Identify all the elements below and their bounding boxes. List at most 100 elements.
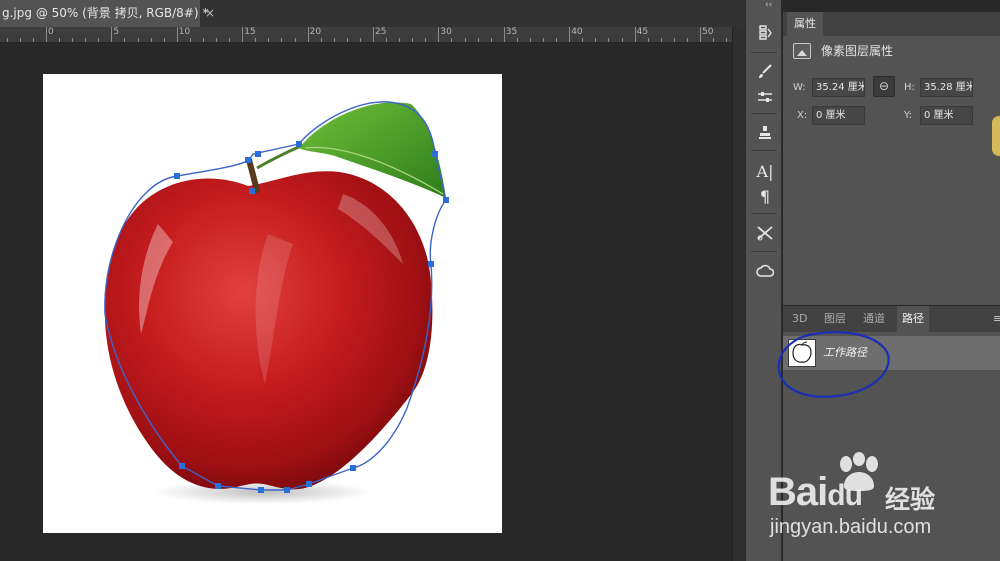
ruler-minor-tick (608, 38, 610, 42)
ruler-minor-tick (19, 38, 21, 42)
properties-header: 像素图层属性 (793, 42, 893, 59)
libraries-icon[interactable] (754, 260, 776, 282)
ruler-minor-tick (582, 38, 584, 42)
apple-image (104, 101, 449, 504)
ruler-major-tick (634, 27, 636, 42)
ruler-minor-tick (216, 38, 218, 42)
clone-source-icon[interactable] (754, 121, 776, 143)
ruler-minor-tick (726, 38, 728, 42)
watermark-brand: Baidu (768, 470, 863, 514)
ruler-label: 45 (636, 27, 649, 37)
pixel-layer-icon (793, 42, 811, 59)
ruler-label: 25 (375, 27, 387, 37)
ruler-minor-tick (451, 38, 453, 42)
properties-panel: 属性 像素图层属性 W: 35.24 厘米 ⊖ H: 35.28 厘米 X: 0… (783, 12, 1000, 305)
ruler-major-tick (438, 27, 440, 42)
height-field[interactable]: 35.28 厘米 (920, 78, 973, 97)
brush-settings-icon[interactable] (754, 86, 776, 108)
ruler-minor-tick (490, 38, 492, 42)
ruler-label: 40 (571, 27, 583, 37)
ruler-minor-tick (163, 38, 165, 42)
document-tab-bar: g.jpg @ 50% (背景 拷贝, RGB/8#) * × (0, 0, 745, 27)
ruler-minor-tick (124, 38, 126, 42)
link-dimensions-icon[interactable]: ⊖ (873, 76, 895, 97)
ruler-minor-tick (412, 38, 414, 42)
ruler-minor-tick (202, 38, 204, 42)
horizontal-ruler: 0 5 10 15 20 25 30 35 40 45 50 (0, 27, 745, 43)
annotation-circle (777, 331, 890, 398)
ruler-major-tick (503, 27, 505, 42)
ruler-minor-tick (529, 38, 531, 42)
tool-separator (751, 52, 777, 53)
baidu-jingyan-watermark: Baidu 经验 jingyan.baidu.com (760, 452, 1000, 552)
ruler-label: 15 (244, 27, 256, 37)
ruler-minor-tick (255, 38, 257, 42)
ruler-minor-tick (359, 38, 361, 42)
watermark-url: jingyan.baidu.com (770, 516, 932, 538)
character-icon[interactable]: A| (754, 160, 776, 182)
width-field[interactable]: 35.24 厘米 (812, 78, 865, 97)
ruler-minor-tick (386, 38, 388, 42)
history-icon[interactable] (754, 22, 776, 44)
width-label: W: (793, 82, 806, 93)
ruler-minor-tick (6, 38, 8, 42)
document-tab[interactable]: g.jpg @ 50% (背景 拷贝, RGB/8#) * (0, 0, 208, 27)
height-label: H: (904, 82, 915, 93)
ruler-label: 10 (178, 27, 191, 37)
ruler-minor-tick (399, 38, 401, 42)
ruler-minor-tick (229, 38, 231, 42)
tab-paths[interactable]: 路径 (897, 306, 929, 332)
ruler-major-tick (111, 27, 113, 42)
ruler-minor-tick (595, 38, 597, 42)
ruler-minor-tick (713, 38, 715, 42)
canvas-area[interactable] (0, 44, 745, 561)
ruler-minor-tick (477, 38, 479, 42)
x-field[interactable]: 0 厘米 (812, 106, 865, 125)
x-label: X: (797, 110, 808, 121)
ruler-minor-tick (425, 38, 427, 42)
ruler-minor-tick (660, 38, 662, 42)
brush-icon[interactable] (754, 60, 776, 82)
ruler-label: 35 (505, 27, 518, 37)
ruler-minor-tick (673, 38, 675, 42)
tool-separator (751, 251, 777, 252)
apple-stem (246, 157, 260, 193)
vertical-scrollbar[interactable] (732, 27, 745, 561)
y-field[interactable]: 0 厘米 (920, 106, 973, 125)
close-tab-icon[interactable]: × (205, 0, 215, 27)
ruler-minor-tick (621, 38, 623, 42)
ruler-label: 50 (702, 27, 714, 37)
ruler-minor-tick (516, 38, 518, 42)
edge-thumbnail (992, 116, 1000, 156)
tool-separator (751, 213, 777, 214)
properties-header-label: 像素图层属性 (821, 44, 894, 58)
ruler-minor-tick (686, 38, 688, 42)
y-label: Y: (904, 110, 913, 121)
properties-tab-bar: 属性 (783, 12, 1000, 36)
ruler-minor-tick (647, 38, 649, 42)
image-canvas[interactable] (43, 74, 502, 533)
panel-menu-icon[interactable]: ≡ (988, 306, 1000, 332)
paragraph-icon[interactable]: ¶ (754, 185, 776, 207)
panel-collapse-icon[interactable]: ‹‹ (765, 0, 772, 10)
ruler-label: 5 (113, 27, 120, 37)
ruler-minor-tick (346, 38, 348, 42)
watermark-cn: 经验 (885, 485, 936, 514)
ruler-minor-tick (543, 38, 545, 42)
ruler-major-tick (569, 27, 571, 42)
ruler-minor-tick (556, 38, 558, 42)
ruler-major-tick (700, 27, 701, 42)
ruler-minor-tick (72, 38, 74, 42)
tool-presets-icon[interactable] (754, 222, 776, 244)
ruler-minor-tick (320, 38, 322, 42)
leaf-stalk (256, 144, 302, 170)
ruler-minor-tick (85, 38, 87, 42)
ruler-minor-tick (98, 38, 100, 42)
tab-properties[interactable]: 属性 (787, 12, 823, 36)
ruler-minor-tick (294, 38, 296, 42)
tool-separator (751, 113, 777, 114)
ruler-major-tick (176, 27, 178, 42)
ruler-minor-tick (268, 38, 270, 42)
ruler-minor-tick (333, 38, 335, 42)
ruler-minor-tick (281, 38, 283, 42)
